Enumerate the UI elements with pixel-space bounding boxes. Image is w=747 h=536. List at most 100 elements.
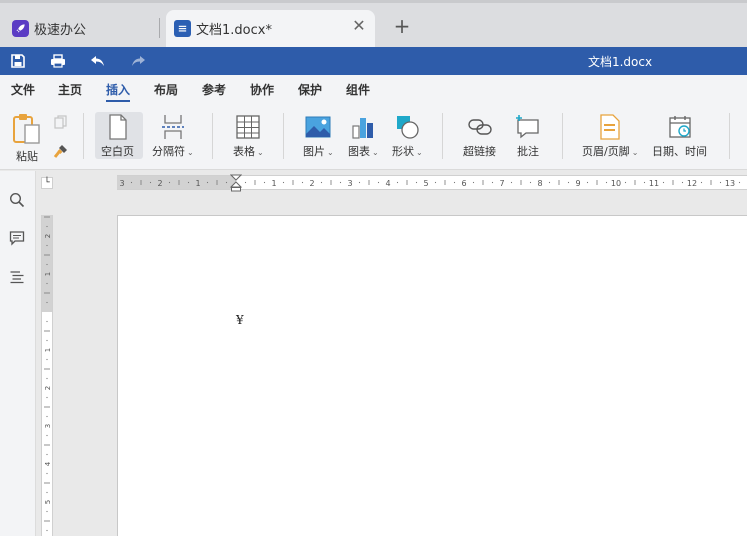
tab-separator <box>159 18 160 38</box>
paste-button[interactable]: 粘贴 <box>12 113 42 164</box>
svg-text:9: 9 <box>575 179 580 188</box>
vertical-ruler[interactable]: 2 1 1 2 3 4 5 <box>41 215 53 536</box>
header-footer-icon <box>600 114 620 140</box>
document-page[interactable] <box>117 215 747 536</box>
copy-icon[interactable] <box>54 115 68 132</box>
chart-button[interactable]: 图表 ⌄ <box>348 114 379 159</box>
svg-text:1: 1 <box>44 272 52 276</box>
svg-text:8: 8 <box>537 179 542 188</box>
ribbon-separator <box>212 113 213 159</box>
header-footer-button[interactable]: 页眉/页脚 ⌄ <box>582 114 638 159</box>
table-icon <box>236 115 260 139</box>
comment-icon <box>516 115 539 139</box>
svg-text:6: 6 <box>461 179 466 188</box>
svg-text:4: 4 <box>385 179 390 188</box>
menu-references[interactable]: 参考 <box>202 81 226 98</box>
ribbon-separator <box>442 113 443 159</box>
svg-text:1: 1 <box>44 348 52 352</box>
menu-insert[interactable]: 插入 <box>106 81 130 98</box>
comment-button[interactable]: 批注 <box>515 114 541 159</box>
tab-stop-selector[interactable]: └ <box>41 177 53 189</box>
rocket-icon <box>12 20 29 37</box>
svg-text:1: 1 <box>271 179 276 188</box>
undo-icon[interactable] <box>89 52 107 70</box>
left-side-panel <box>0 171 36 536</box>
document-title: 文档1.docx <box>587 55 653 69</box>
menu-bar: 文件 主页 插入 布局 参考 协作 保护 组件 <box>0 75 747 103</box>
document-text[interactable]: ¥ <box>236 313 244 327</box>
save-icon[interactable] <box>9 52 27 70</box>
ribbon-separator <box>83 113 84 159</box>
active-menu-indicator <box>106 100 130 102</box>
close-tab-icon[interactable]: ✕ <box>351 18 367 34</box>
hyperlink-button[interactable]: 超链接 <box>463 114 496 159</box>
svg-text:1: 1 <box>195 179 200 188</box>
menu-file[interactable]: 文件 <box>11 81 35 98</box>
date-time-button[interactable]: 日期、时间 <box>652 114 707 159</box>
page-break-label: 分隔符 ⌄ <box>152 145 194 158</box>
header-footer-label: 页眉/页脚 ⌄ <box>582 145 639 158</box>
tab-home-label: 极速办公 <box>34 23 87 38</box>
chart-label: 图表 ⌄ <box>348 145 379 158</box>
ribbon-separator <box>562 113 563 159</box>
blank-page-icon <box>108 114 127 140</box>
svg-text:4: 4 <box>44 461 52 466</box>
page-break-button[interactable]: 分隔符 ⌄ <box>152 114 194 159</box>
horizontal-ruler[interactable]: 3 2 1 1 2 3 4 5 6 7 8 9 10 11 12 13 <box>117 174 747 192</box>
svg-text:2: 2 <box>309 179 314 188</box>
navigation-icon[interactable] <box>9 269 27 287</box>
menu-plugins[interactable]: 组件 <box>346 81 370 98</box>
svg-text:12: 12 <box>687 179 697 188</box>
svg-text:2: 2 <box>44 234 52 238</box>
svg-text:3: 3 <box>44 424 52 428</box>
shape-button[interactable]: 形状 ⌄ <box>392 114 423 159</box>
paste-icon <box>13 114 40 144</box>
picture-button[interactable]: 图片 ⌄ <box>303 114 334 159</box>
calendar-clock-icon <box>668 116 691 138</box>
hyperlink-label: 超链接 <box>463 145 496 158</box>
svg-text:13: 13 <box>725 179 735 188</box>
svg-text:2: 2 <box>44 386 52 390</box>
menu-layout[interactable]: 布局 <box>154 81 178 98</box>
svg-text:2: 2 <box>157 179 162 188</box>
link-icon <box>467 119 492 135</box>
blank-page-label: 空白页 <box>101 145 134 158</box>
menu-home[interactable]: 主页 <box>58 81 82 98</box>
indent-marker[interactable] <box>230 174 242 192</box>
new-tab-button[interactable]: + <box>393 16 411 36</box>
svg-text:11: 11 <box>649 179 659 188</box>
ruler-ticks: 3 2 1 1 2 3 4 5 6 7 8 9 10 11 12 13 <box>119 179 741 188</box>
picture-label: 图片 ⌄ <box>303 145 334 158</box>
menu-collaborate[interactable]: 协作 <box>250 81 274 98</box>
svg-text:5: 5 <box>44 500 52 504</box>
picture-icon <box>305 116 331 138</box>
blank-page-button[interactable]: 空白页 <box>101 114 134 159</box>
ribbon-toolbar: 粘贴 空白页 分隔符 ⌄ 表格 ⌄ 图片 ⌄ 图表 ⌄ 形状 ⌄ 超链接 批注 … <box>0 103 747 170</box>
table-label: 表格 ⌄ <box>233 145 264 158</box>
tab-home[interactable]: 极速办公 <box>0 10 160 47</box>
svg-text:5: 5 <box>423 179 428 188</box>
tab-document-label: 文档1.docx* <box>196 23 272 38</box>
comment-label: 批注 <box>517 145 539 158</box>
format-painter-icon[interactable] <box>53 143 69 162</box>
tab-document[interactable]: 文档1.docx* ✕ <box>166 10 375 47</box>
date-time-label: 日期、时间 <box>652 145 707 158</box>
page-break-icon <box>161 115 184 139</box>
tab-bar-top-border <box>0 0 747 3</box>
svg-text:3: 3 <box>119 179 124 188</box>
document-icon <box>174 20 191 37</box>
print-icon[interactable] <box>49 52 67 70</box>
ribbon-separator <box>729 113 730 159</box>
ribbon-separator <box>283 113 284 159</box>
chart-icon <box>352 118 374 139</box>
ruler-ticks: 2 1 1 2 3 4 5 <box>44 216 52 532</box>
table-button[interactable]: 表格 ⌄ <box>233 114 264 159</box>
menu-protect[interactable]: 保护 <box>298 81 322 98</box>
search-icon[interactable] <box>9 192 27 210</box>
shape-label: 形状 ⌄ <box>392 145 423 158</box>
paste-label: 粘贴 <box>16 150 38 163</box>
comments-icon[interactable] <box>9 230 27 248</box>
title-bar: 文档1.docx <box>0 47 747 75</box>
shape-icon <box>397 116 419 139</box>
redo-icon[interactable] <box>129 52 147 70</box>
